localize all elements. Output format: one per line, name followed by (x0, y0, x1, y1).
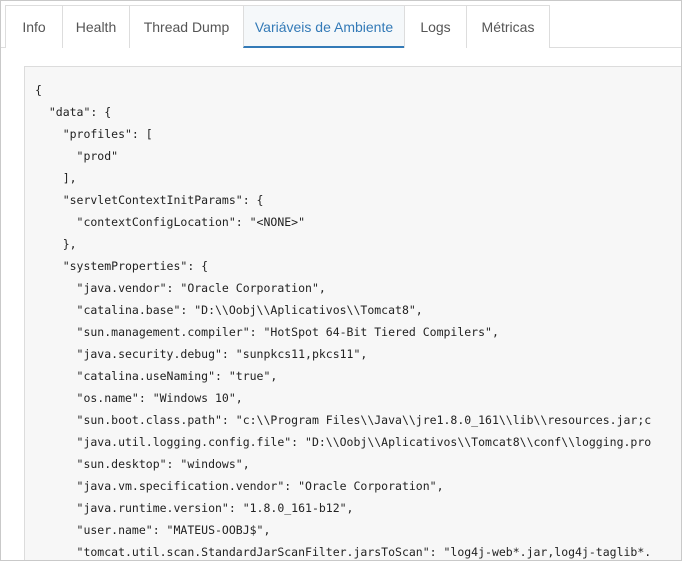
tab-info[interactable]: Info (5, 5, 63, 48)
tab-thread-dump[interactable]: Thread Dump (129, 5, 244, 48)
code-line: "java.runtime.version": "1.8.0_161-b12", (35, 501, 354, 515)
env-viewer-window: Info Health Thread Dump Variáveis de Amb… (0, 0, 682, 561)
code-line: "tomcat.util.scan.StandardJarScanFilter.… (35, 545, 652, 559)
code-line: "catalina.base": "D:\\Oobj\\Aplicativos\… (35, 303, 423, 317)
tab-environment-variables[interactable]: Variáveis de Ambiente (243, 5, 405, 48)
tab-metrics[interactable]: Métricas (466, 5, 550, 48)
code-line: "java.security.debug": "sunpkcs11,pkcs11… (35, 347, 368, 361)
tab-health[interactable]: Health (62, 5, 130, 48)
code-line: "sun.management.compiler": "HotSpot 64-B… (35, 325, 499, 339)
tab-bar: Info Health Thread Dump Variáveis de Amb… (1, 1, 681, 48)
code-line: "sun.desktop": "windows", (35, 457, 250, 471)
code-line: "profiles": [ (35, 127, 153, 141)
json-panel[interactable]: { "data": { "profiles": [ "prod" ], "ser… (24, 66, 681, 560)
json-code-block: { "data": { "profiles": [ "prod" ], "ser… (35, 79, 652, 560)
code-line: "user.name": "MATEUS-OOBJ$", (35, 523, 271, 537)
code-line: "sun.boot.class.path": "c:\\Program File… (35, 413, 652, 427)
code-line: "catalina.useNaming": "true", (35, 369, 278, 383)
code-line: }, (35, 237, 77, 251)
code-line: "systemProperties": { (35, 259, 209, 273)
code-line: "os.name": "Windows 10", (35, 391, 243, 405)
code-line: "data": { (35, 105, 112, 119)
code-line: "java.vm.specification.vendor": "Oracle … (35, 479, 444, 493)
code-line: "prod" (35, 149, 119, 163)
code-line: { (35, 83, 42, 97)
code-line: ], (35, 171, 77, 185)
code-line: "java.util.logging.config.file": "D:\\Oo… (35, 435, 652, 449)
code-line: "servletContextInitParams": { (35, 193, 264, 207)
tab-logs[interactable]: Logs (404, 5, 467, 48)
code-line: "contextConfigLocation": "<NONE>" (35, 215, 306, 229)
code-line: "java.vendor": "Oracle Corporation", (35, 281, 326, 295)
